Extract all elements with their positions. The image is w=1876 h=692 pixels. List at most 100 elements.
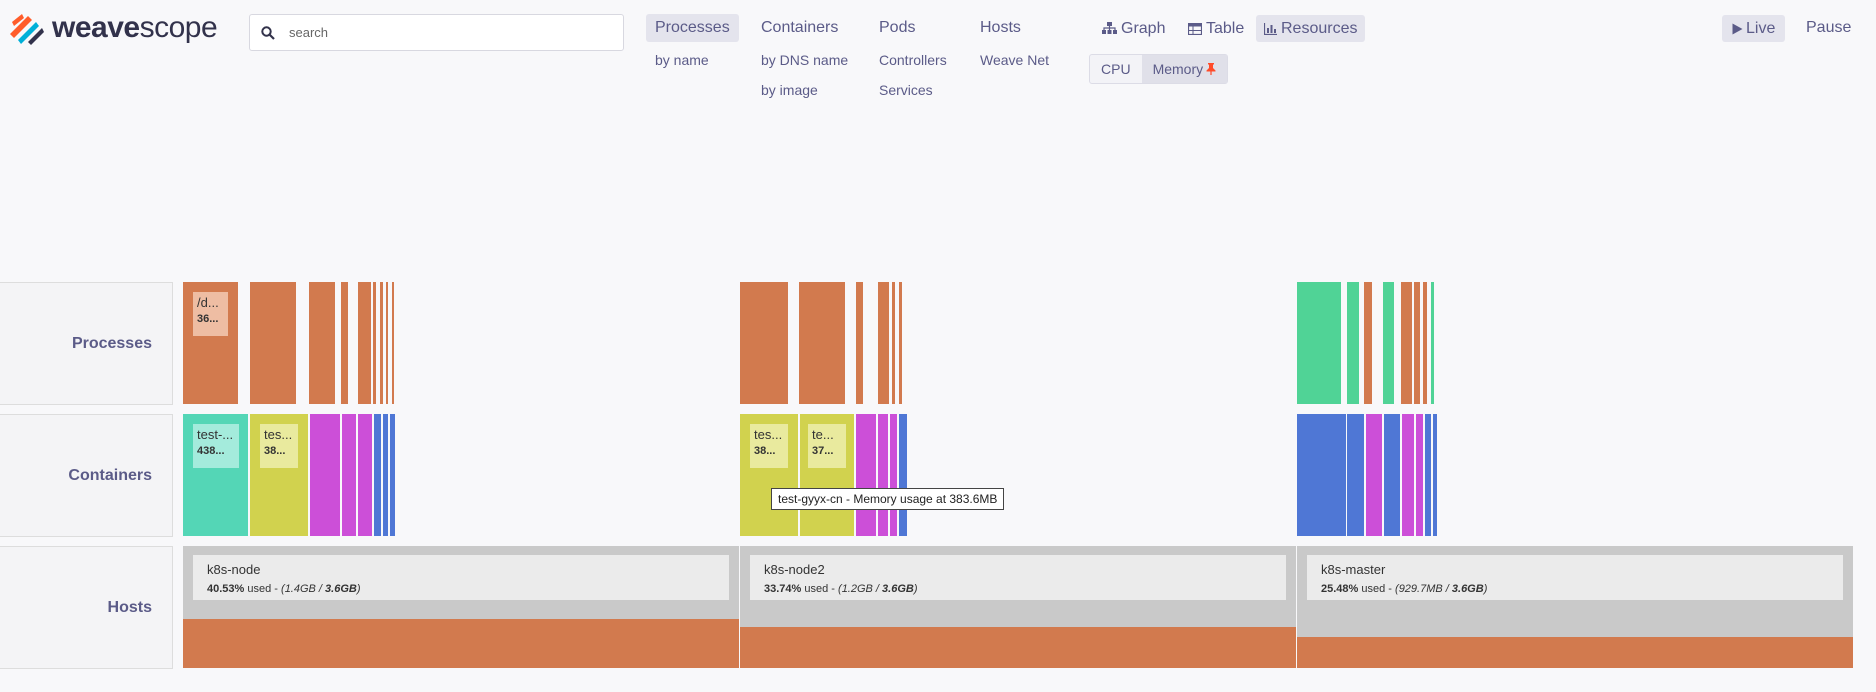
container-block[interactable] [1416, 414, 1423, 536]
container-block[interactable] [383, 414, 388, 536]
process-block[interactable] [899, 282, 902, 404]
topology-hosts-weave-net[interactable]: Weave Net [980, 52, 1049, 68]
bar-chart-icon [1264, 22, 1277, 35]
host-name: k8s-master [1321, 562, 1386, 577]
resources-view-button[interactable]: Resources [1256, 15, 1366, 42]
pin-icon[interactable] [1206, 63, 1216, 75]
topology-pods-group: Pods [870, 14, 924, 42]
process-block[interactable] [380, 282, 383, 404]
container-block[interactable] [1425, 414, 1431, 536]
host-usage: 40.53% used - (1.4GB / 3.6GB) [207, 583, 361, 595]
container-card: test-... 438... [193, 424, 239, 468]
live-button[interactable]: Live [1722, 15, 1786, 42]
host-card: k8s-node 40.53% used - (1.4GB / 3.6GB) [193, 555, 729, 600]
container-card: te... 37... [808, 424, 846, 468]
container-block[interactable] [374, 414, 381, 536]
container-block[interactable] [1366, 414, 1382, 536]
container-card: tes... 38... [260, 424, 298, 468]
process-block[interactable] [1347, 282, 1359, 404]
container-block[interactable] [358, 414, 372, 536]
process-block[interactable] [799, 282, 845, 404]
container-block[interactable] [1347, 414, 1364, 536]
container-card-value: 38... [754, 445, 776, 457]
container-card: tes... 38... [750, 424, 788, 468]
topology-containers[interactable]: Containers [752, 14, 847, 42]
host-usage-fill [183, 619, 739, 668]
container-block[interactable] [310, 414, 340, 536]
host-usage-fill [1297, 637, 1853, 668]
pause-button[interactable]: Pause [1806, 19, 1851, 37]
container-block[interactable] [899, 414, 907, 536]
container-block[interactable] [1384, 414, 1400, 536]
layer-label-processes: Processes [0, 282, 173, 405]
process-block[interactable] [1431, 282, 1434, 404]
process-block[interactable] [250, 282, 296, 404]
topology-processes-group: Processes [646, 14, 739, 42]
metric-cpu[interactable]: CPU [1090, 55, 1142, 83]
weavescope-logo[interactable]: weavescope [8, 10, 218, 46]
host-name: k8s-node [207, 562, 261, 577]
process-block[interactable] [1401, 282, 1412, 404]
container-card-name: te... [812, 427, 834, 442]
process-block[interactable] [341, 282, 348, 404]
process-block[interactable] [892, 282, 895, 404]
weave-logo-icon [10, 14, 44, 45]
resources-view-label: Resources [1281, 19, 1358, 37]
host-usage: 25.48% used - (929.7MB / 3.6GB) [1321, 583, 1488, 595]
process-card-value: 36... [197, 313, 219, 325]
process-block[interactable] [373, 282, 376, 404]
topology-pods[interactable]: Pods [870, 14, 924, 42]
search-box[interactable] [249, 14, 624, 51]
process-block[interactable] [1364, 282, 1372, 404]
container-block[interactable] [1402, 414, 1414, 536]
container-block[interactable] [890, 414, 897, 536]
container-block[interactable] [1433, 414, 1437, 536]
container-block[interactable] [390, 414, 395, 536]
host-card: k8s-node2 33.74% used - (1.2GB / 3.6GB) [750, 555, 1286, 600]
host-name: k8s-node2 [764, 562, 825, 577]
container-card-value: 438... [197, 445, 225, 457]
table-icon [1188, 22, 1202, 35]
host-usage-fill [740, 627, 1296, 668]
search-input[interactable] [287, 24, 591, 41]
host-usage: 33.74% used - (1.2GB / 3.6GB) [764, 583, 918, 595]
container-card-value: 37... [812, 445, 834, 457]
container-card-name: test-... [197, 427, 234, 442]
process-block[interactable] [878, 282, 889, 404]
metric-memory[interactable]: Memory [1141, 55, 1228, 83]
process-block[interactable] [358, 282, 371, 404]
container-block[interactable] [878, 414, 888, 536]
graph-view-button[interactable]: Graph [1094, 15, 1173, 42]
graph-icon [1102, 22, 1117, 34]
process-block[interactable] [1383, 282, 1394, 404]
container-block[interactable] [1297, 414, 1346, 536]
topology-processes[interactable]: Processes [646, 14, 739, 42]
topology-hosts-group: Hosts [971, 14, 1030, 42]
process-block[interactable] [856, 282, 863, 404]
live-label: Live [1746, 19, 1776, 37]
process-block[interactable] [309, 282, 335, 404]
process-block[interactable] [1423, 282, 1427, 404]
container-card-name: tes... [264, 427, 293, 442]
topology-containers-by-dns[interactable]: by DNS name [761, 52, 848, 68]
topology-pods-controllers[interactable]: Controllers [879, 52, 947, 68]
process-block[interactable] [392, 282, 394, 404]
topology-containers-by-image[interactable]: by image [761, 82, 818, 98]
process-block[interactable] [740, 282, 788, 404]
metric-selector: CPU Memory [1089, 54, 1229, 84]
graph-view-label: Graph [1121, 19, 1166, 37]
container-block[interactable] [342, 414, 356, 536]
table-view-button[interactable]: Table [1180, 15, 1252, 42]
container-card-name: tes... [754, 427, 783, 442]
topology-hosts[interactable]: Hosts [971, 14, 1030, 42]
topology-processes-by-name[interactable]: by name [655, 52, 709, 68]
topology-pods-services[interactable]: Services [879, 82, 933, 98]
process-block[interactable] [1297, 282, 1341, 404]
play-icon [1732, 23, 1743, 34]
layer-label-containers: Containers [0, 414, 173, 537]
logo-text: weavescope [52, 11, 218, 44]
process-block[interactable] [386, 282, 388, 404]
process-block[interactable] [1414, 282, 1420, 404]
table-view-label: Table [1206, 19, 1245, 37]
container-block[interactable] [856, 414, 876, 536]
